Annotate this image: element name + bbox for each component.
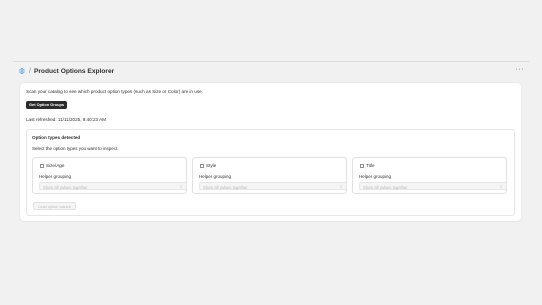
select-value: Show all values together: [203, 184, 248, 190]
select-arrows-icon: ⇳: [179, 184, 183, 189]
helper-grouping-select[interactable]: Show all values together ⇳: [359, 182, 507, 190]
main-card: Scan your catalog to see which product o…: [20, 83, 521, 221]
select-value: Show all values together: [43, 184, 88, 190]
option-card-style: Style Helper grouping Show all values to…: [192, 157, 347, 194]
get-option-groups-button[interactable]: Get Option Groups: [26, 101, 68, 109]
breadcrumb-separator: /: [29, 67, 31, 75]
helper-grouping-label: Helper grouping: [39, 174, 72, 179]
option-checkbox-row[interactable]: Title: [360, 163, 375, 168]
option-checkbox-row[interactable]: Size/Age: [40, 163, 64, 168]
option-label: Title: [366, 163, 375, 168]
more-actions-button[interactable]: ···: [516, 66, 525, 76]
select-arrows-icon: ⇳: [499, 184, 503, 189]
option-label: Size/Age: [46, 163, 65, 168]
helper-grouping-label: Helper grouping: [359, 174, 392, 179]
load-option-values-button[interactable]: Load option values: [33, 202, 76, 210]
option-card-title: Title Helper grouping Show all values to…: [352, 157, 507, 194]
app-icon: [18, 67, 26, 75]
page-header: / Product Options Explorer ···: [18, 66, 526, 76]
checkbox-icon[interactable]: [200, 163, 204, 168]
select-value: Show all values together: [363, 184, 408, 190]
section-subtitle: Select the option types you want to insp…: [32, 146, 119, 151]
checkbox-icon[interactable]: [360, 163, 364, 168]
option-card-size-age: Size/Age Helper grouping Show all values…: [32, 157, 187, 194]
helper-grouping-select[interactable]: Show all values together ⇳: [39, 182, 187, 190]
option-types-section: Option types detected Select the option …: [26, 129, 515, 216]
checkbox-icon[interactable]: [40, 163, 44, 168]
description-text: Scan your catalog to see which product o…: [26, 89, 203, 94]
helper-grouping-select[interactable]: Show all values together ⇳: [199, 182, 347, 190]
last-refreshed-text: Last refreshed: 11/11/2025, 9:40:23 AM: [26, 117, 107, 122]
section-title: Option types detected: [32, 135, 81, 140]
select-arrows-icon: ⇳: [339, 184, 343, 189]
page-title: Product Options Explorer: [33, 67, 115, 75]
helper-grouping-label: Helper grouping: [199, 174, 232, 179]
top-divider: [13, 61, 529, 62]
option-checkbox-row[interactable]: Style: [200, 163, 216, 168]
option-label: Style: [206, 163, 217, 168]
